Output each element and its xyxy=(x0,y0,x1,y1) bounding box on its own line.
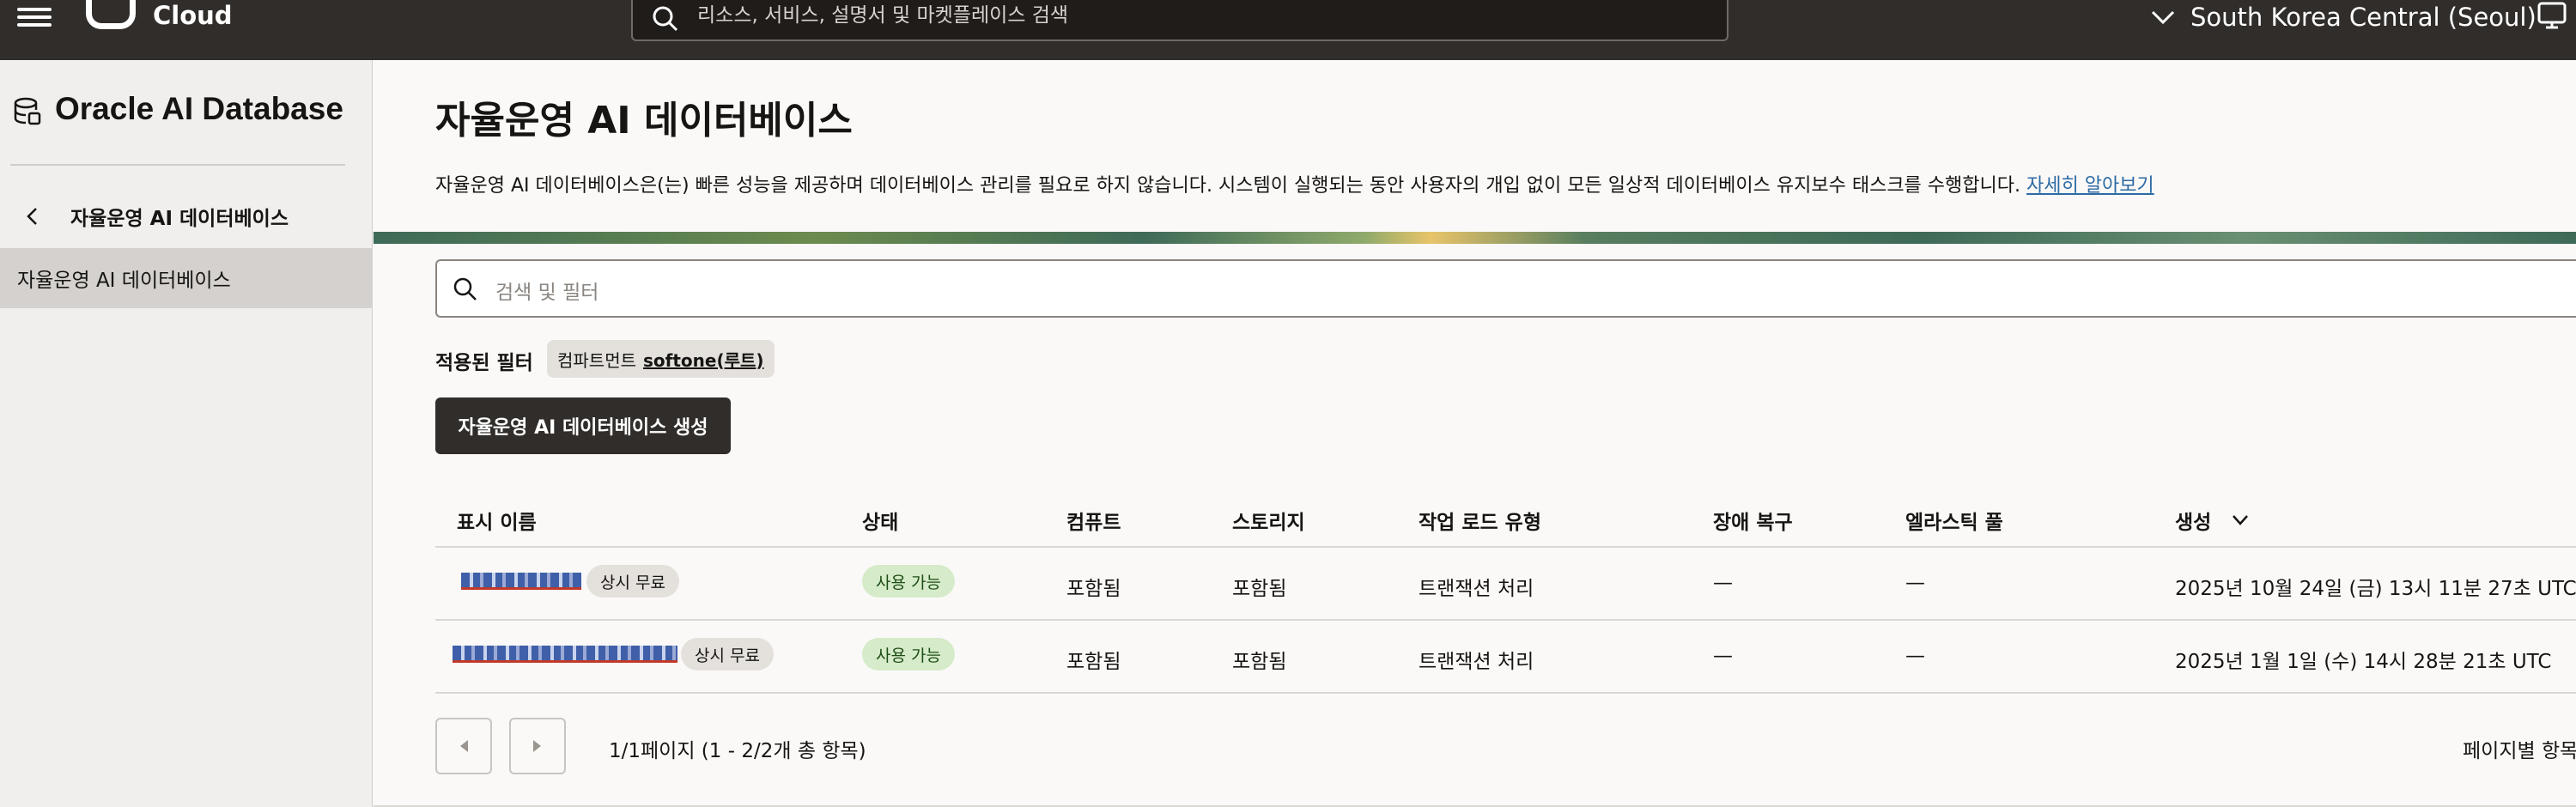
table-header: 표시 이름 상태 컴퓨트 스토리지 작업 로드 유형 장애 복구 엘라스틱 풀 … xyxy=(435,485,2576,548)
elastic-pool-cell: — xyxy=(1905,645,1925,667)
items-per-page-label[interactable]: 페이지별 항목 xyxy=(2463,734,2576,763)
column-header-created-label: 생성 xyxy=(2175,512,2212,534)
table-row: 상시 무료 사용 가능 포함됨 포함됨 트랜잭션 처리 — — 2025년 10… xyxy=(435,548,2576,621)
page-title: 자율운영 AI 데이터베이스 xyxy=(435,99,853,143)
region-selector[interactable]: South Korea Central (Seoul) xyxy=(2151,0,2537,34)
database-icon xyxy=(14,97,41,125)
global-search-input[interactable]: 리소스, 서비스, 설명서 및 마켓플레이스 검색 xyxy=(631,0,1728,41)
create-database-button[interactable]: 자율운영 AI 데이터베이스 생성 xyxy=(435,397,731,454)
description-text: 자율운영 AI 데이터베이스은(는) 빠른 성능을 제공하며 데이터베이스 관리… xyxy=(435,175,2020,197)
filter-placeholder: 검색 및 필터 xyxy=(495,282,599,304)
disaster-recovery-cell: — xyxy=(1713,572,1733,594)
sidebar-title: Oracle AI Database xyxy=(55,91,343,126)
disaster-recovery-cell: — xyxy=(1713,645,1733,667)
column-header-compute[interactable]: 컴퓨트 xyxy=(1066,506,1121,535)
caret-right-icon xyxy=(533,740,541,752)
main-content: 자율운영 AI 데이터베이스 자율운영 AI 데이터베이스은(는) 빠른 성능을… xyxy=(374,60,2576,807)
elastic-pool-cell: — xyxy=(1905,572,1925,594)
column-header-status[interactable]: 상태 xyxy=(862,506,898,535)
sort-descending-icon[interactable] xyxy=(2232,514,2249,526)
search-icon xyxy=(653,6,678,32)
filter-chip-value[interactable]: softone(루트) xyxy=(643,347,764,372)
always-free-badge: 상시 무료 xyxy=(586,565,679,598)
brand-name[interactable]: Cloud xyxy=(153,0,233,31)
status-badge: 사용 가능 xyxy=(862,565,955,598)
page-description: 자율운영 AI 데이터베이스은(는) 빠른 성능을 제공하며 데이터베이스 관리… xyxy=(435,170,2154,197)
previous-page-button[interactable] xyxy=(435,718,492,774)
search-icon xyxy=(453,277,477,300)
column-header-name[interactable]: 표시 이름 xyxy=(457,506,537,535)
chevron-down-icon xyxy=(2151,10,2175,25)
pagination-summary: 1/1페이지 (1 - 2/2개 총 항목) xyxy=(609,740,866,762)
back-link[interactable]: 자율운영 AI 데이터베이스 xyxy=(26,199,309,234)
decorative-banner xyxy=(374,232,2576,244)
back-link-label: 자율운영 AI 데이터베이스 xyxy=(70,208,289,230)
chevron-left-icon xyxy=(27,208,37,225)
search-filter-input[interactable]: 검색 및 필터 xyxy=(435,259,2576,318)
compute-cell: 포함됨 xyxy=(1066,651,1121,673)
caret-left-icon xyxy=(460,740,468,752)
display-name-link-redacted[interactable] xyxy=(453,646,677,663)
next-page-button[interactable] xyxy=(509,718,566,774)
filter-chip-compartment[interactable]: 컴파트먼트 softone(루트) xyxy=(547,340,775,378)
sidebar-divider xyxy=(10,164,345,166)
top-navigation-bar: Cloud 리소스, 서비스, 설명서 및 마켓플레이스 검색 South Ko… xyxy=(0,0,2576,60)
column-header-storage[interactable]: 스토리지 xyxy=(1232,506,1305,535)
sidebar: Oracle AI Database 자율운영 AI 데이터베이스 자율운영 A… xyxy=(0,60,373,807)
oracle-logo[interactable] xyxy=(86,0,136,29)
workload-cell: 트랜잭션 처리 xyxy=(1419,578,1534,600)
created-cell: 2025년 1월 1일 (수) 14시 28분 21초 UTC xyxy=(2175,651,2552,673)
search-placeholder: 리소스, 서비스, 설명서 및 마켓플레이스 검색 xyxy=(697,4,1069,27)
status-badge: 사용 가능 xyxy=(862,638,955,670)
column-header-disaster-recovery[interactable]: 장애 복구 xyxy=(1713,506,1793,535)
storage-cell: 포함됨 xyxy=(1232,578,1287,600)
compute-cell: 포함됨 xyxy=(1066,578,1121,600)
column-header-elastic-pool[interactable]: 엘라스틱 풀 xyxy=(1905,506,2003,535)
filter-chip-key: 컴파트먼트 xyxy=(557,349,636,371)
storage-cell: 포함됨 xyxy=(1232,651,1287,673)
created-cell: 2025년 10월 24일 (금) 13시 11분 27초 UTC xyxy=(2175,578,2576,600)
sidebar-item-autonomous-database[interactable]: 자율운영 AI 데이터베이스 xyxy=(0,248,373,308)
learn-more-link[interactable]: 자세히 알아보기 xyxy=(2026,175,2154,197)
table-row: 상시 무료 사용 가능 포함됨 포함됨 트랜잭션 처리 — — 2025년 1월… xyxy=(435,621,2576,694)
region-label: South Korea Central (Seoul) xyxy=(2190,3,2537,32)
database-table: 표시 이름 상태 컴퓨트 스토리지 작업 로드 유형 장애 복구 엘라스틱 풀 … xyxy=(435,485,2576,694)
cloud-shell-icon[interactable] xyxy=(2537,2,2567,29)
display-name-link-redacted[interactable] xyxy=(461,573,581,590)
column-header-created[interactable]: 생성 xyxy=(2175,506,2249,535)
workload-cell: 트랜잭션 처리 xyxy=(1419,651,1534,673)
menu-icon[interactable] xyxy=(17,3,52,29)
column-header-workload[interactable]: 작업 로드 유형 xyxy=(1419,506,1541,535)
applied-filters-label: 적용된 필터 xyxy=(435,352,533,374)
always-free-badge: 상시 무료 xyxy=(681,638,774,670)
